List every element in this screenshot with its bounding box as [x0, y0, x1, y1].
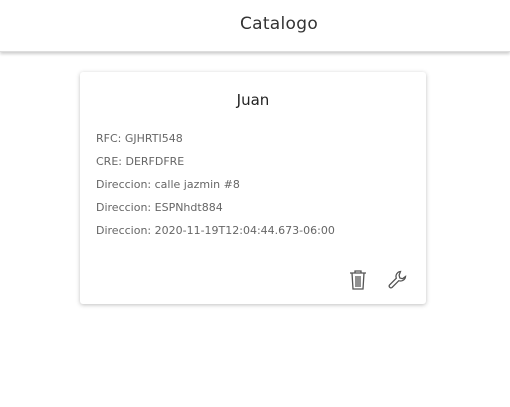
card-title: Juan [236, 91, 270, 109]
delete-button[interactable] [346, 268, 370, 292]
direccion-field-3: Direccion: 2020-11-19T12:04:44.673-06:00 [96, 224, 335, 237]
app-header: Catalogo [0, 0, 510, 52]
trash-icon [350, 270, 366, 290]
client-card: Juan RFC: GJHRTI548 CRE: DERFDFRE Direcc… [80, 72, 426, 304]
direccion-field: Direccion: calle jazmin #8 [96, 178, 240, 191]
edit-button[interactable] [386, 268, 410, 292]
wrench-icon [388, 270, 407, 289]
cre-field: CRE: DERFDFRE [96, 155, 185, 168]
page-title: Catalogo [239, 14, 319, 34]
rfc-field: RFC: GJHRTI548 [96, 132, 183, 145]
direccion-field-2: Direccion: ESPNhdt884 [96, 201, 223, 214]
